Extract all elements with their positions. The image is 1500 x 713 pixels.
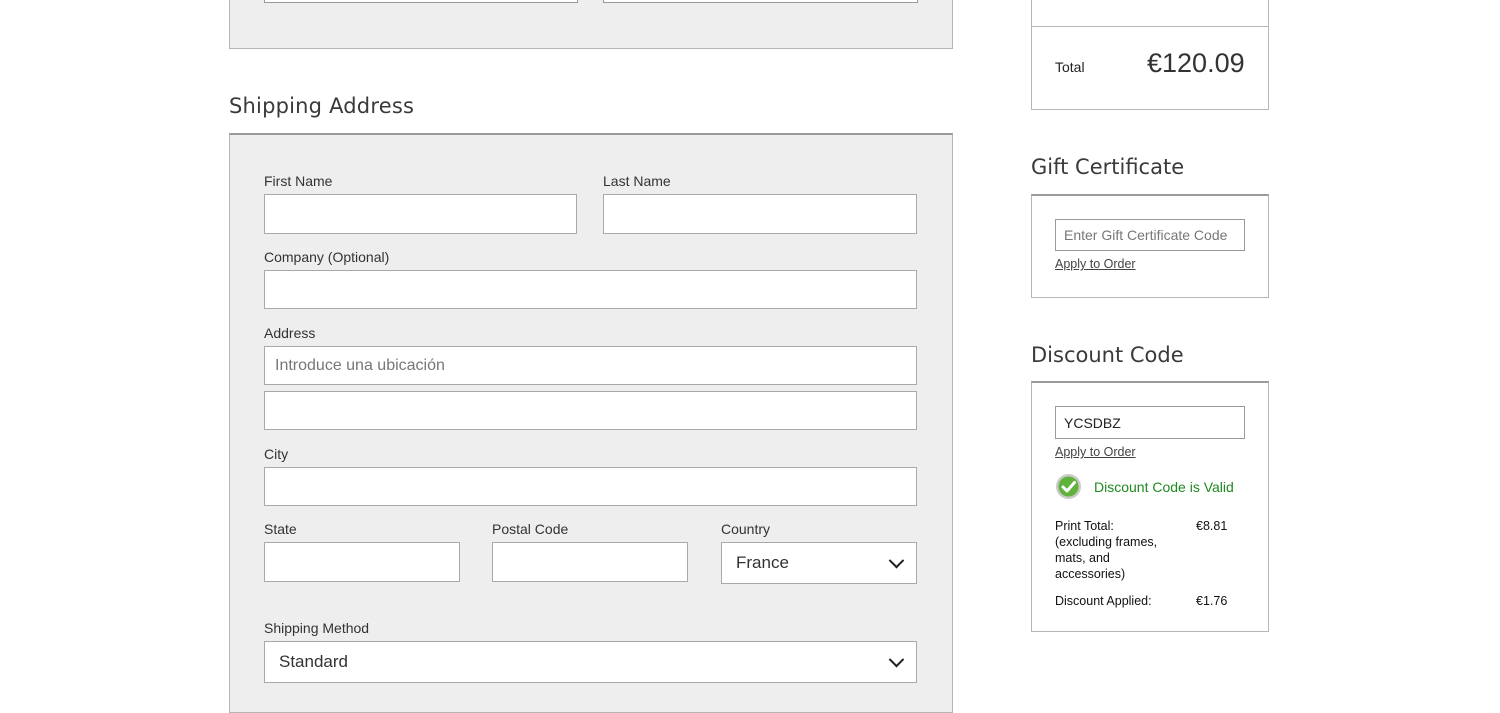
discount-code-value: YCSDBZ [1064, 414, 1121, 431]
address-placeholder: Introduce una ubicación [275, 356, 445, 374]
billing-input-partial[interactable] [603, 0, 918, 3]
state-field[interactable] [264, 542, 460, 582]
chevron-down-icon [888, 651, 905, 667]
address-line2-field[interactable] [264, 391, 917, 430]
gift-certificate-input[interactable]: Enter Gift Certificate Code [1055, 219, 1245, 251]
print-total-note: (excluding frames, mats, and accessories… [1055, 535, 1158, 581]
billing-input-partial[interactable] [264, 0, 578, 3]
city-field[interactable] [264, 467, 917, 506]
discount-applied-value: €1.76 [1196, 594, 1228, 608]
discount-applied-label: Discount Applied: [1055, 594, 1152, 608]
gift-apply-link[interactable]: Apply to Order [1055, 257, 1136, 271]
postal-code-label: Postal Code [492, 521, 569, 537]
billing-panel-partial [229, 0, 953, 49]
address-line1-field[interactable]: Introduce una ubicación [264, 346, 917, 385]
gift-certificate-title: Gift Certificate [1031, 155, 1185, 179]
chevron-down-icon [888, 552, 905, 568]
shipping-method-label: Shipping Method [264, 620, 370, 636]
total-label: Total [1055, 59, 1085, 75]
discount-apply-link[interactable]: Apply to Order [1055, 445, 1136, 459]
print-total-value: €8.81 [1196, 519, 1228, 533]
total-value: €120.09 [1147, 48, 1245, 78]
city-label: City [264, 446, 289, 462]
check-circle-icon [1055, 473, 1082, 500]
summary-divider [1032, 26, 1268, 27]
discount-code-title: Discount Code [1031, 343, 1184, 367]
discount-valid-message: Discount Code is Valid [1094, 479, 1234, 495]
postal-code-field[interactable] [492, 542, 688, 582]
shipping-method-select[interactable]: Standard [264, 641, 917, 683]
discount-code-input[interactable]: YCSDBZ [1055, 406, 1245, 439]
country-label: Country [721, 521, 771, 537]
shipping-title: Shipping Address [229, 94, 415, 118]
print-total-label: Print Total: (excluding frames, mats, an… [1055, 518, 1175, 582]
first-name-field[interactable] [264, 194, 577, 234]
last-name-label: Last Name [603, 173, 671, 189]
company-field[interactable] [264, 270, 917, 309]
country-select[interactable]: France [721, 542, 917, 584]
company-label: Company (Optional) [264, 249, 390, 265]
shipping-method-value: Standard [279, 652, 348, 671]
address-label: Address [264, 325, 316, 341]
last-name-field[interactable] [603, 194, 917, 234]
state-label: State [264, 521, 297, 537]
first-name-label: First Name [264, 173, 333, 189]
gift-certificate-placeholder: Enter Gift Certificate Code [1064, 227, 1228, 243]
country-value: France [736, 553, 789, 572]
print-total-label-text: Print Total: [1055, 519, 1114, 533]
